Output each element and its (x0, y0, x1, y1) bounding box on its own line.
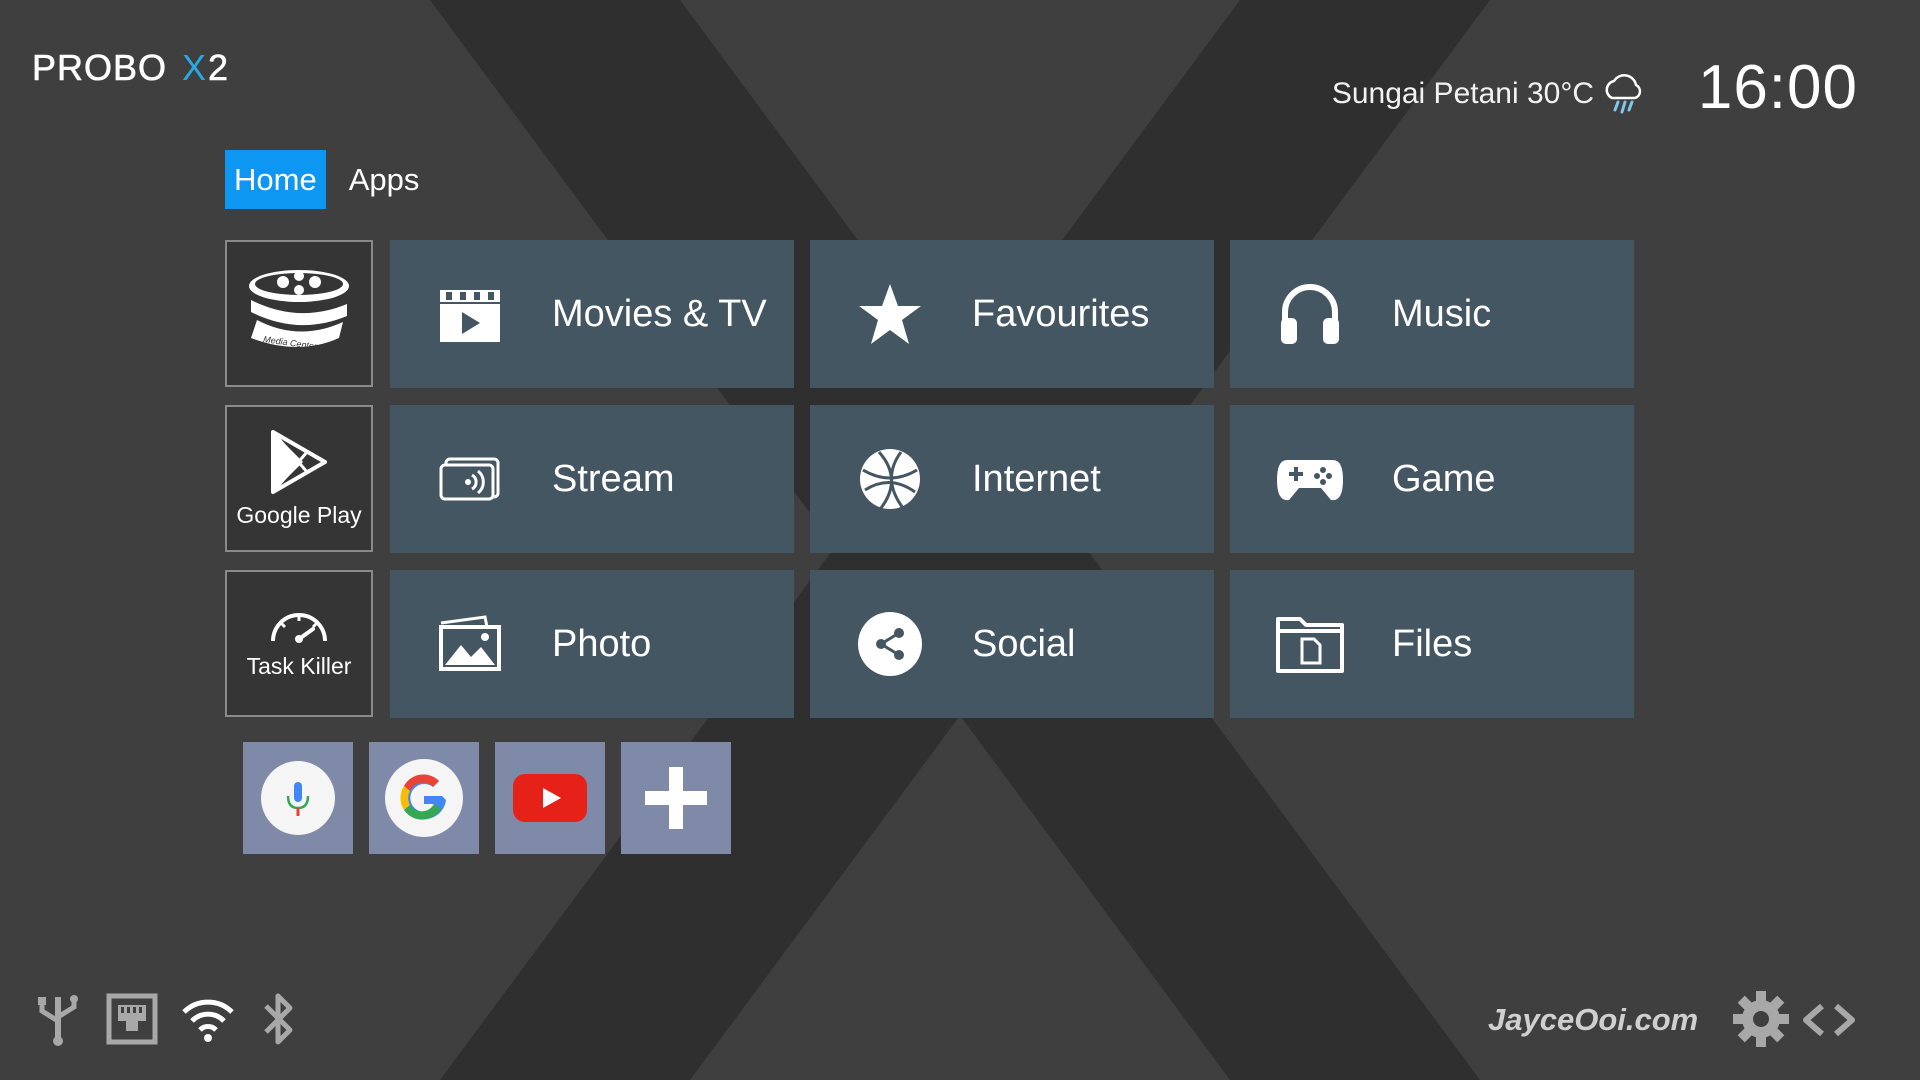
headphones-icon (1270, 274, 1350, 354)
tile-music-label: Music (1392, 292, 1492, 335)
task-killer-label: Task Killer (246, 653, 352, 679)
bluetooth-icon (264, 993, 293, 1045)
google-icon (385, 759, 463, 837)
play-store-icon (271, 430, 327, 494)
clock: 16:00 (1697, 53, 1858, 122)
tile-photo-label: Photo (552, 622, 652, 665)
gamepad-icon (1270, 439, 1350, 519)
folder-file-icon (1270, 604, 1350, 684)
tab-home[interactable]: Home (225, 150, 326, 209)
google-search-button[interactable] (369, 742, 479, 854)
tile-movies-tv-label: Movies & TV (552, 292, 767, 335)
media-center-icon: Media Center (249, 269, 349, 351)
status-bar (32, 990, 298, 1048)
rain-cloud-icon (1605, 74, 1642, 114)
tile-stream[interactable]: Stream (390, 405, 794, 553)
task-killer-tile[interactable]: Task Killer (225, 570, 373, 717)
globe-icon (850, 439, 930, 519)
watermark: JayceOoi.com (1488, 1002, 1699, 1037)
cast-icon (430, 439, 510, 519)
tile-favourites[interactable]: Favourites (810, 240, 1214, 388)
tab-apps[interactable]: Apps (340, 150, 429, 209)
code-arrows-icon[interactable] (1800, 1000, 1858, 1040)
speedometer-icon (271, 613, 327, 643)
voice-search-button[interactable] (243, 742, 353, 854)
svg-text:PROBO: PROBO (32, 48, 167, 88)
star-icon (850, 274, 930, 354)
tile-social-label: Social (972, 622, 1076, 665)
microphone-icon (261, 761, 335, 835)
tile-files-label: Files (1392, 622, 1473, 665)
tile-favourites-label: Favourites (972, 292, 1150, 335)
tile-files[interactable]: Files (1230, 570, 1634, 718)
wifi-icon (182, 999, 234, 1042)
svg-text:X: X (182, 48, 206, 88)
google-play-tile[interactable]: Google Play (225, 405, 373, 552)
top-tabs: Home Apps (225, 150, 428, 209)
weather-location-temp: Sungai Petani 30°C (1331, 77, 1594, 110)
tile-game-label: Game (1392, 457, 1496, 500)
weather-widget[interactable]: Sungai Petani 30°C (1332, 72, 1646, 116)
photos-icon (430, 604, 510, 684)
google-play-label: Google Play (236, 502, 362, 528)
tile-movies-tv[interactable]: Movies & TV (390, 240, 794, 388)
tile-internet[interactable]: Internet (810, 405, 1214, 553)
svg-text:2: 2 (208, 48, 228, 88)
tile-photo[interactable]: Photo (390, 570, 794, 718)
youtube-icon (513, 774, 587, 822)
share-icon (850, 604, 930, 684)
tile-music[interactable]: Music (1230, 240, 1634, 388)
probox2-logo: PROBO X 2 (32, 48, 228, 88)
usb-icon (38, 995, 78, 1046)
add-icon (645, 767, 707, 829)
tile-social[interactable]: Social (810, 570, 1214, 718)
media-center-tile[interactable]: Media Center (225, 240, 373, 387)
ethernet-icon (106, 993, 158, 1045)
tile-internet-label: Internet (972, 457, 1101, 500)
add-shortcut-button[interactable] (621, 742, 731, 854)
gear-icon[interactable] (1732, 990, 1790, 1048)
tile-stream-label: Stream (552, 457, 675, 500)
youtube-button[interactable] (495, 742, 605, 854)
tile-game[interactable]: Game (1230, 405, 1634, 553)
clapperboard-icon (430, 274, 510, 354)
